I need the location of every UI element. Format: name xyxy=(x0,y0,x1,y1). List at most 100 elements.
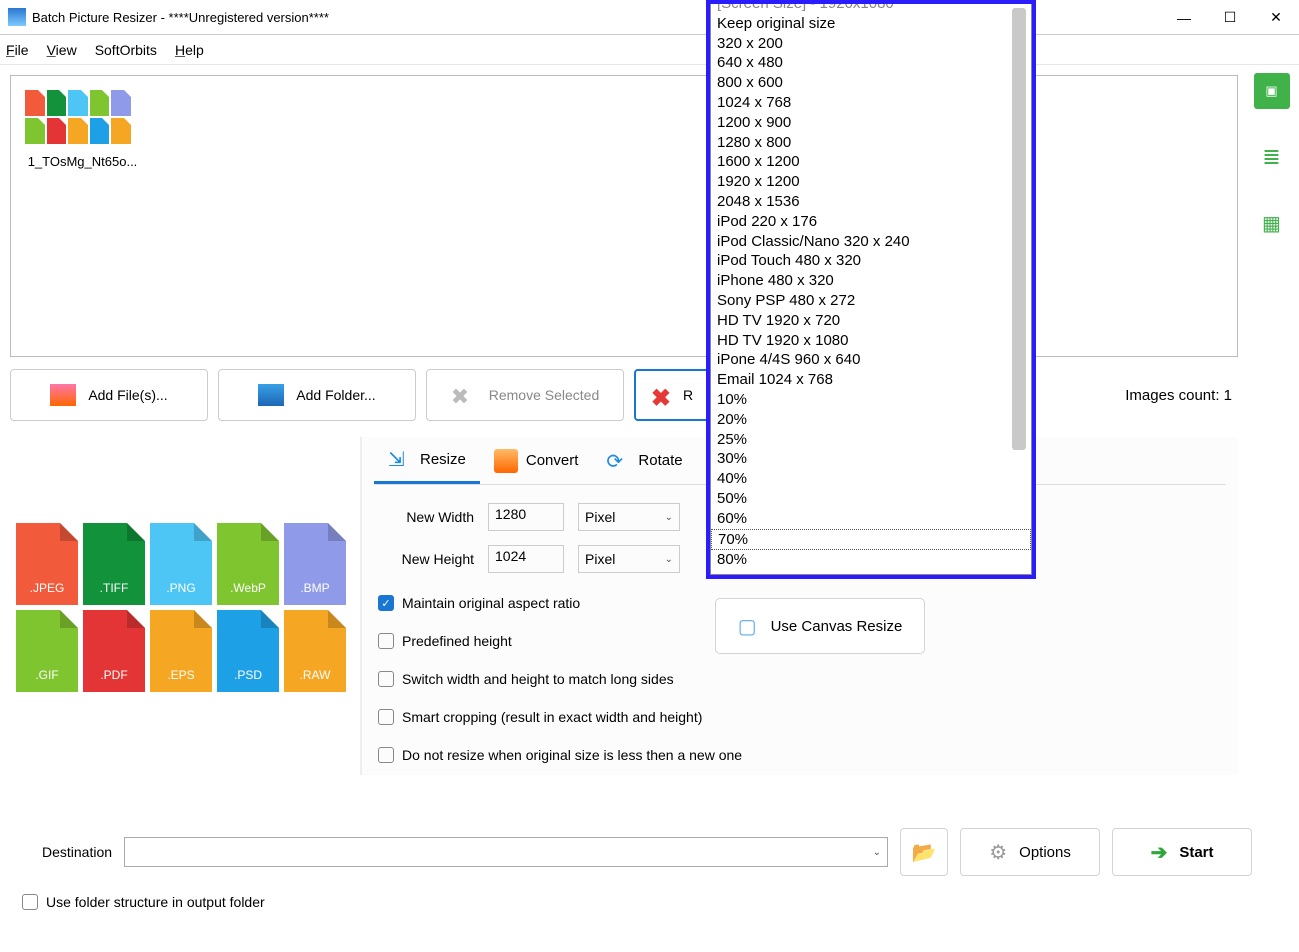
noresize-checkbox[interactable] xyxy=(378,747,394,763)
dropdown-item[interactable]: 2048 x 1536 xyxy=(711,192,1031,212)
noresize-label: Do not resize when original size is less… xyxy=(402,747,742,763)
dropdown-item[interactable]: iPod Classic/Nano 320 x 240 xyxy=(711,232,1031,252)
size-preset-dropdown[interactable]: [Screen Size] - 1920x1080Keep original s… xyxy=(706,0,1036,579)
folder-icon xyxy=(258,384,284,406)
remove-all-icon: ✖ xyxy=(651,384,671,406)
tab-rotate[interactable]: ⟳ Rotate xyxy=(592,437,696,484)
dropdown-item[interactable]: Keep original size xyxy=(711,14,1031,34)
dropdown-item[interactable]: 70% xyxy=(711,529,1031,551)
folder-struct-row: Use folder structure in output folder xyxy=(22,894,265,910)
minimize-button[interactable]: — xyxy=(1161,0,1207,35)
format-raw: .RAW xyxy=(284,610,346,692)
start-icon: ➔ xyxy=(1151,840,1168,865)
browse-folder-button[interactable]: 📂 xyxy=(900,828,948,876)
gear-icon: ⚙ xyxy=(989,840,1007,865)
add-files-button[interactable]: Add File(s)... xyxy=(10,369,208,421)
destination-select[interactable]: ⌄ xyxy=(124,837,888,867)
start-button[interactable]: ➔ Start xyxy=(1112,828,1252,876)
dropdown-item[interactable]: iPod 220 x 176 xyxy=(711,212,1031,232)
add-file-icon xyxy=(50,384,76,406)
dropdown-item[interactable]: 800 x 600 xyxy=(711,73,1031,93)
remove-selected-label: Remove Selected xyxy=(489,387,600,403)
dropdown-item[interactable]: 25% xyxy=(711,430,1031,450)
menu-file[interactable]: File xyxy=(6,42,29,58)
folder-struct-label: Use folder structure in output folder xyxy=(46,894,265,910)
add-folder-button[interactable]: Add Folder... xyxy=(218,369,416,421)
dropdown-item[interactable]: 80% xyxy=(711,550,1031,570)
dropdown-item[interactable]: iPone 4/4S 960 x 640 xyxy=(711,350,1031,370)
canvas-resize-button[interactable]: ▢ Use Canvas Resize xyxy=(715,598,925,654)
width-label: New Width xyxy=(374,509,474,525)
dropdown-item[interactable]: 40% xyxy=(711,469,1031,489)
predefined-checkbox[interactable] xyxy=(378,633,394,649)
switch-checkbox[interactable] xyxy=(378,671,394,687)
dropdown-item[interactable]: [Screen Size] - 1920x1080 xyxy=(711,4,1031,14)
dropdown-scrollbar[interactable] xyxy=(1012,8,1026,450)
menu-help[interactable]: Help xyxy=(175,42,204,58)
height-unit-select[interactable]: Pixel⌄ xyxy=(578,545,680,573)
maintain-checkbox[interactable]: ✓ xyxy=(378,595,394,611)
dropdown-item[interactable]: 1280 x 800 xyxy=(711,133,1031,153)
dropdown-item[interactable]: 640 x 480 xyxy=(711,53,1031,73)
side-grid-icon[interactable]: ▦ xyxy=(1254,205,1290,241)
window-title: Batch Picture Resizer - ****Unregistered… xyxy=(32,10,329,25)
chevron-down-icon: ⌄ xyxy=(665,554,673,565)
remove-all-button[interactable]: ✖ R xyxy=(634,369,710,421)
dropdown-item[interactable]: HD TV 1920 x 1080 xyxy=(711,331,1031,351)
title-bar: Batch Picture Resizer - ****Unregistered… xyxy=(0,0,1299,35)
height-input[interactable]: 1024 xyxy=(488,545,564,573)
folder-open-icon: 📂 xyxy=(912,840,937,865)
remove-icon: ✖ xyxy=(451,384,477,406)
format-jpeg: .JPEG xyxy=(16,523,78,605)
dropdown-item[interactable]: iPhone 480 x 320 xyxy=(711,271,1031,291)
dropdown-item[interactable]: 30% xyxy=(711,449,1031,469)
dropdown-item[interactable]: 1920 x 1200 xyxy=(711,172,1031,192)
dropdown-item[interactable]: iPod Touch 480 x 320 xyxy=(711,251,1031,271)
menu-bar: File View SoftOrbits Help xyxy=(0,35,1299,65)
dropdown-item[interactable]: Sony PSP 480 x 272 xyxy=(711,291,1031,311)
tab-resize-label: Resize xyxy=(420,451,466,468)
format-png: .PNG xyxy=(150,523,212,605)
canvas-label: Use Canvas Resize xyxy=(771,618,903,635)
chevron-down-icon: ⌄ xyxy=(873,847,881,858)
smart-checkbox[interactable] xyxy=(378,709,394,725)
maintain-label: Maintain original aspect ratio xyxy=(402,595,580,611)
start-label: Start xyxy=(1179,844,1213,861)
close-button[interactable]: ✕ xyxy=(1253,0,1299,35)
width-unit-select[interactable]: Pixel⌄ xyxy=(578,503,680,531)
menu-view[interactable]: View xyxy=(47,42,77,58)
file-item[interactable]: 1_TOsMg_Nt65o... xyxy=(25,90,140,169)
dropdown-item[interactable]: 20% xyxy=(711,410,1031,430)
tab-rotate-label: Rotate xyxy=(638,452,682,469)
dropdown-item[interactable]: Email 1024 x 768 xyxy=(711,370,1031,390)
dropdown-item[interactable]: 50% xyxy=(711,489,1031,509)
tab-resize[interactable]: ⇲ Resize xyxy=(374,437,480,484)
destination-row: Destination ⌄ 📂 ⚙ Options ➔ Start xyxy=(20,828,1279,876)
switch-label: Switch width and height to match long si… xyxy=(402,671,674,687)
chevron-down-icon: ⌄ xyxy=(665,512,673,523)
folder-struct-checkbox[interactable] xyxy=(22,894,38,910)
maximize-button[interactable]: ☐ xyxy=(1207,0,1253,35)
dropdown-item[interactable]: 60% xyxy=(711,509,1031,529)
options-label: Options xyxy=(1019,844,1071,861)
dropdown-item[interactable]: 1024 x 768 xyxy=(711,93,1031,113)
remove-selected-button[interactable]: ✖ Remove Selected xyxy=(426,369,624,421)
dropdown-item[interactable]: 1600 x 1200 xyxy=(711,152,1031,172)
options-button[interactable]: ⚙ Options xyxy=(960,828,1100,876)
file-label: 1_TOsMg_Nt65o... xyxy=(25,154,140,169)
tab-convert[interactable]: Convert xyxy=(480,437,593,484)
width-input[interactable]: 1280 xyxy=(488,503,564,531)
predefined-label: Predefined height xyxy=(402,633,512,649)
dropdown-item[interactable]: HD TV 1920 x 720 xyxy=(711,311,1031,331)
canvas-icon: ▢ xyxy=(738,614,757,639)
side-list-icon[interactable]: ≣ xyxy=(1254,139,1290,175)
format-eps: .EPS xyxy=(150,610,212,692)
side-panel: ▣ ≣ ▦ xyxy=(1244,65,1299,952)
side-image-icon[interactable]: ▣ xyxy=(1254,73,1290,109)
menu-softorbits[interactable]: SoftOrbits xyxy=(95,42,157,58)
thumbnail-area[interactable]: 1_TOsMg_Nt65o... xyxy=(10,75,1238,357)
dropdown-item[interactable]: 10% xyxy=(711,390,1031,410)
remove-all-label: R xyxy=(683,387,693,403)
dropdown-item[interactable]: 320 x 200 xyxy=(711,34,1031,54)
dropdown-item[interactable]: 1200 x 900 xyxy=(711,113,1031,133)
